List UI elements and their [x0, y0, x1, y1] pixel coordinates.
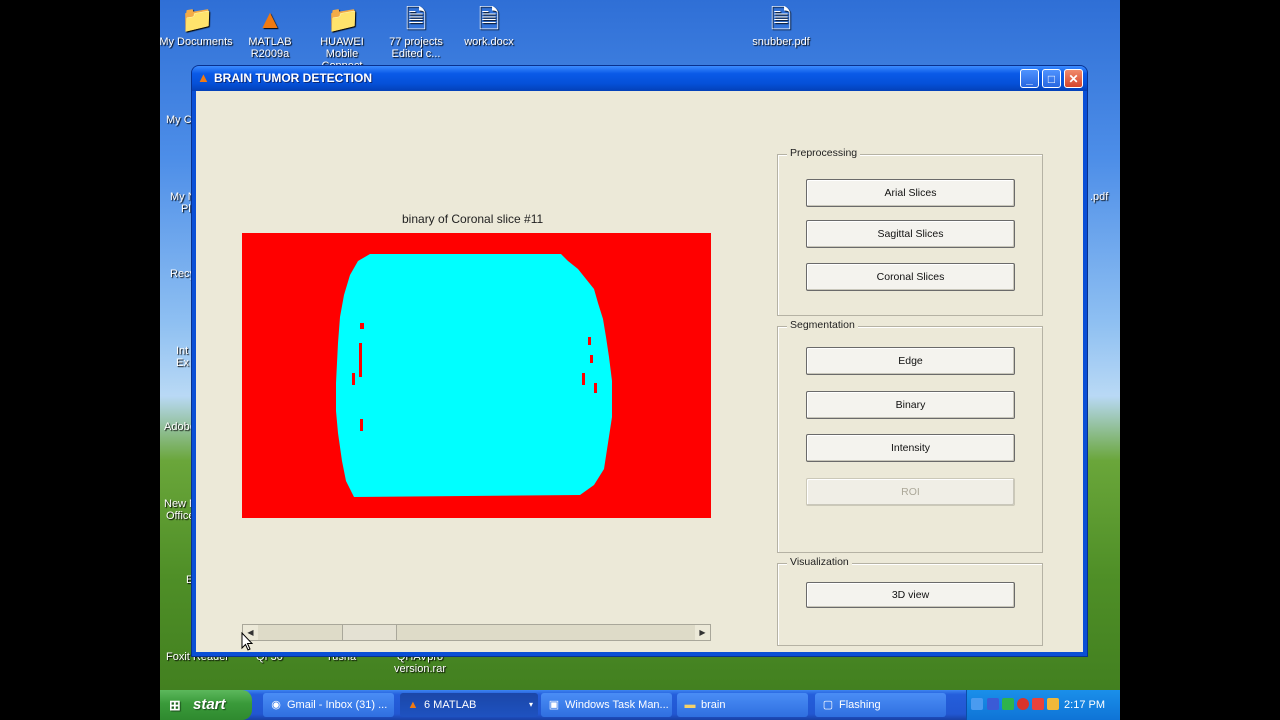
word-document-icon: 🗎 — [405, 4, 427, 34]
sagittal-slices-button[interactable]: Sagittal Slices — [806, 220, 1015, 248]
panel-title: Preprocessing — [787, 147, 861, 159]
folder-icon: 📁 — [327, 4, 360, 34]
pdf-icon: 🗎 — [770, 4, 792, 34]
desktop-partial-label: Int — [176, 345, 189, 357]
desktop-icon-my-documents[interactable]: 📁 My Documents — [160, 4, 236, 48]
tray-red-icon[interactable] — [1032, 698, 1044, 710]
desktop-icon-huawei[interactable]: 📁 HUAWEI Mobile Connect — [302, 4, 382, 72]
roi-button: ROI — [806, 478, 1015, 506]
group-dropdown-icon[interactable]: ▾ — [529, 693, 533, 717]
taskbar-item-brain[interactable]: ▬ brain — [677, 693, 808, 717]
window-icon: ▢ — [822, 699, 834, 711]
clock[interactable]: 2:17 PM — [1064, 690, 1105, 720]
edge-button[interactable]: Edge — [806, 347, 1015, 375]
windows-logo-icon: ⊞ — [169, 697, 181, 713]
taskbar-item-gmail[interactable]: ◉ Gmail - Inbox (31) ... — [263, 693, 394, 717]
panel-title: Segmentation — [787, 319, 858, 331]
brain-tumor-window: ▲ BRAIN TUMOR DETECTION _ □ ✕ binary of … — [192, 66, 1087, 656]
task-manager-icon: ▣ — [548, 699, 560, 711]
tray-security-icon[interactable] — [1047, 698, 1059, 710]
slider-thumb[interactable] — [342, 625, 398, 640]
desktop-partial-label: .pdf — [1090, 191, 1109, 203]
arial-slices-button[interactable]: Arial Slices — [806, 179, 1015, 207]
taskbar-item-task-manager[interactable]: ▣ Windows Task Man... — [541, 693, 672, 717]
slider-right-arrow-icon[interactable]: ▶ — [695, 625, 710, 640]
axes-title: binary of Coronal slice #11 — [402, 212, 544, 226]
panel-title: Visualization — [787, 556, 852, 568]
visualization-panel: Visualization 3D view — [777, 556, 1043, 646]
close-button[interactable]: ✕ — [1064, 69, 1083, 88]
start-button[interactable]: ⊞ start — [160, 690, 252, 720]
taskbar-item-flashing[interactable]: ▢ Flashing — [815, 693, 946, 717]
desktop-partial-label: Office — [166, 510, 195, 522]
window-title: BRAIN TUMOR DETECTION — [214, 71, 372, 85]
window-titlebar[interactable]: ▲ BRAIN TUMOR DETECTION _ □ ✕ — [192, 66, 1087, 91]
matlab-icon: ▲ — [257, 4, 283, 34]
slice-slider[interactable]: ◀ ▶ — [242, 624, 711, 641]
word-document-icon: 🗎 — [478, 4, 500, 34]
segmentation-panel: Segmentation Edge Binary Intensity ROI — [777, 319, 1043, 553]
desktop-icon-work-docx[interactable]: 🗎 work.docx — [449, 4, 529, 48]
tray-antivirus-icon[interactable] — [1017, 698, 1029, 710]
folder-documents-icon: 📁 — [181, 4, 214, 34]
tray-arrow-icon[interactable] — [971, 698, 983, 710]
preprocessing-panel: Preprocessing Arial Slices Sagittal Slic… — [777, 147, 1043, 316]
mouse-cursor-icon — [241, 632, 254, 651]
tray-green-icon[interactable] — [1002, 698, 1014, 710]
brain-region — [336, 254, 612, 497]
tray-network-icon[interactable] — [987, 698, 999, 710]
desktop-icon-77-projects[interactable]: 🗎 77 projects Edited c... — [376, 4, 456, 60]
desktop: 📁 My Documents ▲ MATLAB R2009a 📁 HUAWEI … — [160, 0, 1120, 720]
matlab-icon: ▲ — [197, 70, 210, 85]
desktop-icon-snubber-pdf[interactable]: 🗎 snubber.pdf — [741, 4, 821, 48]
binary-button[interactable]: Binary — [806, 391, 1015, 419]
taskbar-item-matlab[interactable]: ▲ 6 MATLAB ▾ — [400, 693, 538, 717]
desktop-partial-label: Pl — [181, 203, 191, 215]
desktop-icon-matlab[interactable]: ▲ MATLAB R2009a — [230, 4, 310, 60]
folder-icon: ▬ — [684, 699, 696, 711]
figure-client-area: binary of Coronal slice #11 ◀ ▶ Preproce… — [196, 91, 1083, 652]
desktop-partial-label: Ex — [176, 357, 189, 369]
system-tray: 2:17 PM — [966, 690, 1120, 720]
minimize-button[interactable]: _ — [1020, 69, 1039, 88]
taskbar: ⊞ start ◉ Gmail - Inbox (31) ... ▲ 6 MAT… — [160, 690, 1120, 720]
coronal-slices-button[interactable]: Coronal Slices — [806, 263, 1015, 291]
desktop-partial-label: My C — [166, 114, 192, 126]
3d-view-button[interactable]: 3D view — [806, 582, 1015, 608]
intensity-button[interactable]: Intensity — [806, 434, 1015, 462]
matlab-icon: ▲ — [407, 699, 419, 711]
binary-slice-image — [242, 233, 711, 518]
chrome-icon: ◉ — [271, 699, 281, 711]
maximize-button[interactable]: □ — [1042, 69, 1061, 88]
